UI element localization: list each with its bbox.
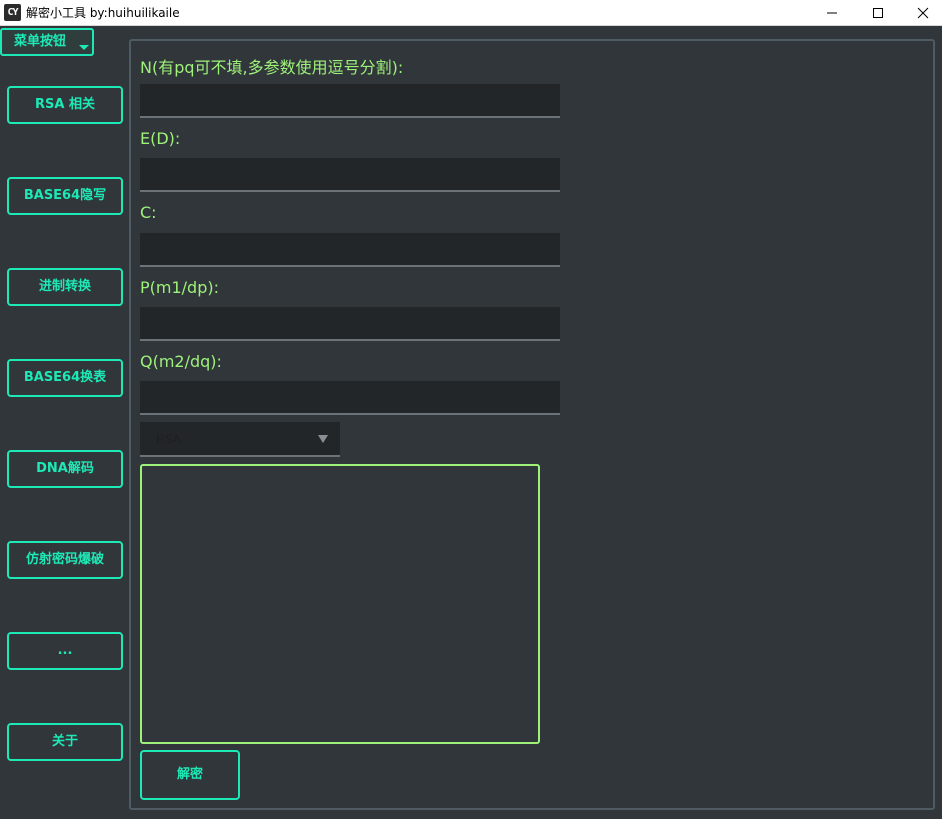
n-field-label: N(有pq可不填,多参数使用逗号分割): (140, 58, 404, 77)
sidebar-item-rsa[interactable]: RSA 相关 (7, 86, 123, 124)
chevron-down-icon (79, 45, 89, 50)
n-input[interactable] (140, 84, 560, 118)
algorithm-select[interactable]: RSA (140, 422, 340, 457)
dropdown-arrow-icon (318, 435, 328, 443)
output-textarea[interactable] (140, 464, 540, 744)
minimize-icon (827, 12, 837, 14)
sidebar-item-base64-stego[interactable]: BASE64隐写 (7, 177, 123, 215)
menu-dropdown-button[interactable]: 菜单按钮 (0, 28, 94, 56)
sidebar-item-affine-bruteforce[interactable]: 仿射密码爆破 (7, 541, 123, 579)
close-icon (917, 7, 929, 19)
q-field-label: Q(m2/dq): (140, 352, 222, 371)
p-input[interactable] (140, 307, 560, 341)
close-button[interactable] (900, 0, 942, 26)
c-field-label: C: (140, 203, 157, 222)
decrypt-button[interactable]: 解密 (140, 750, 240, 800)
app-icon: CY (4, 4, 21, 21)
sidebar-item-base64-table[interactable]: BASE64换表 (7, 359, 123, 397)
sidebar-item-dna-decode[interactable]: DNA解码 (7, 450, 123, 488)
sidebar-item-about[interactable]: 关于 (7, 723, 123, 761)
p-field-label: P(m1/dp): (140, 278, 219, 297)
e-field-label: E(D): (140, 129, 181, 148)
window-title: 解密小工具 by:huihuilikaile (26, 6, 180, 20)
maximize-button[interactable] (855, 0, 901, 26)
c-input[interactable] (140, 233, 560, 267)
sidebar-item-more[interactable]: ... (7, 632, 123, 670)
e-input[interactable] (140, 158, 560, 192)
q-input[interactable] (140, 381, 560, 415)
title-bar: CY 解密小工具 by:huihuilikaile (0, 0, 942, 26)
algorithm-select-value: RSA (156, 432, 181, 446)
sidebar-item-base-conversion[interactable]: 进制转换 (7, 268, 123, 306)
menu-button-label: 菜单按钮 (14, 34, 67, 49)
minimize-button[interactable] (809, 0, 855, 26)
maximize-icon (873, 8, 883, 18)
